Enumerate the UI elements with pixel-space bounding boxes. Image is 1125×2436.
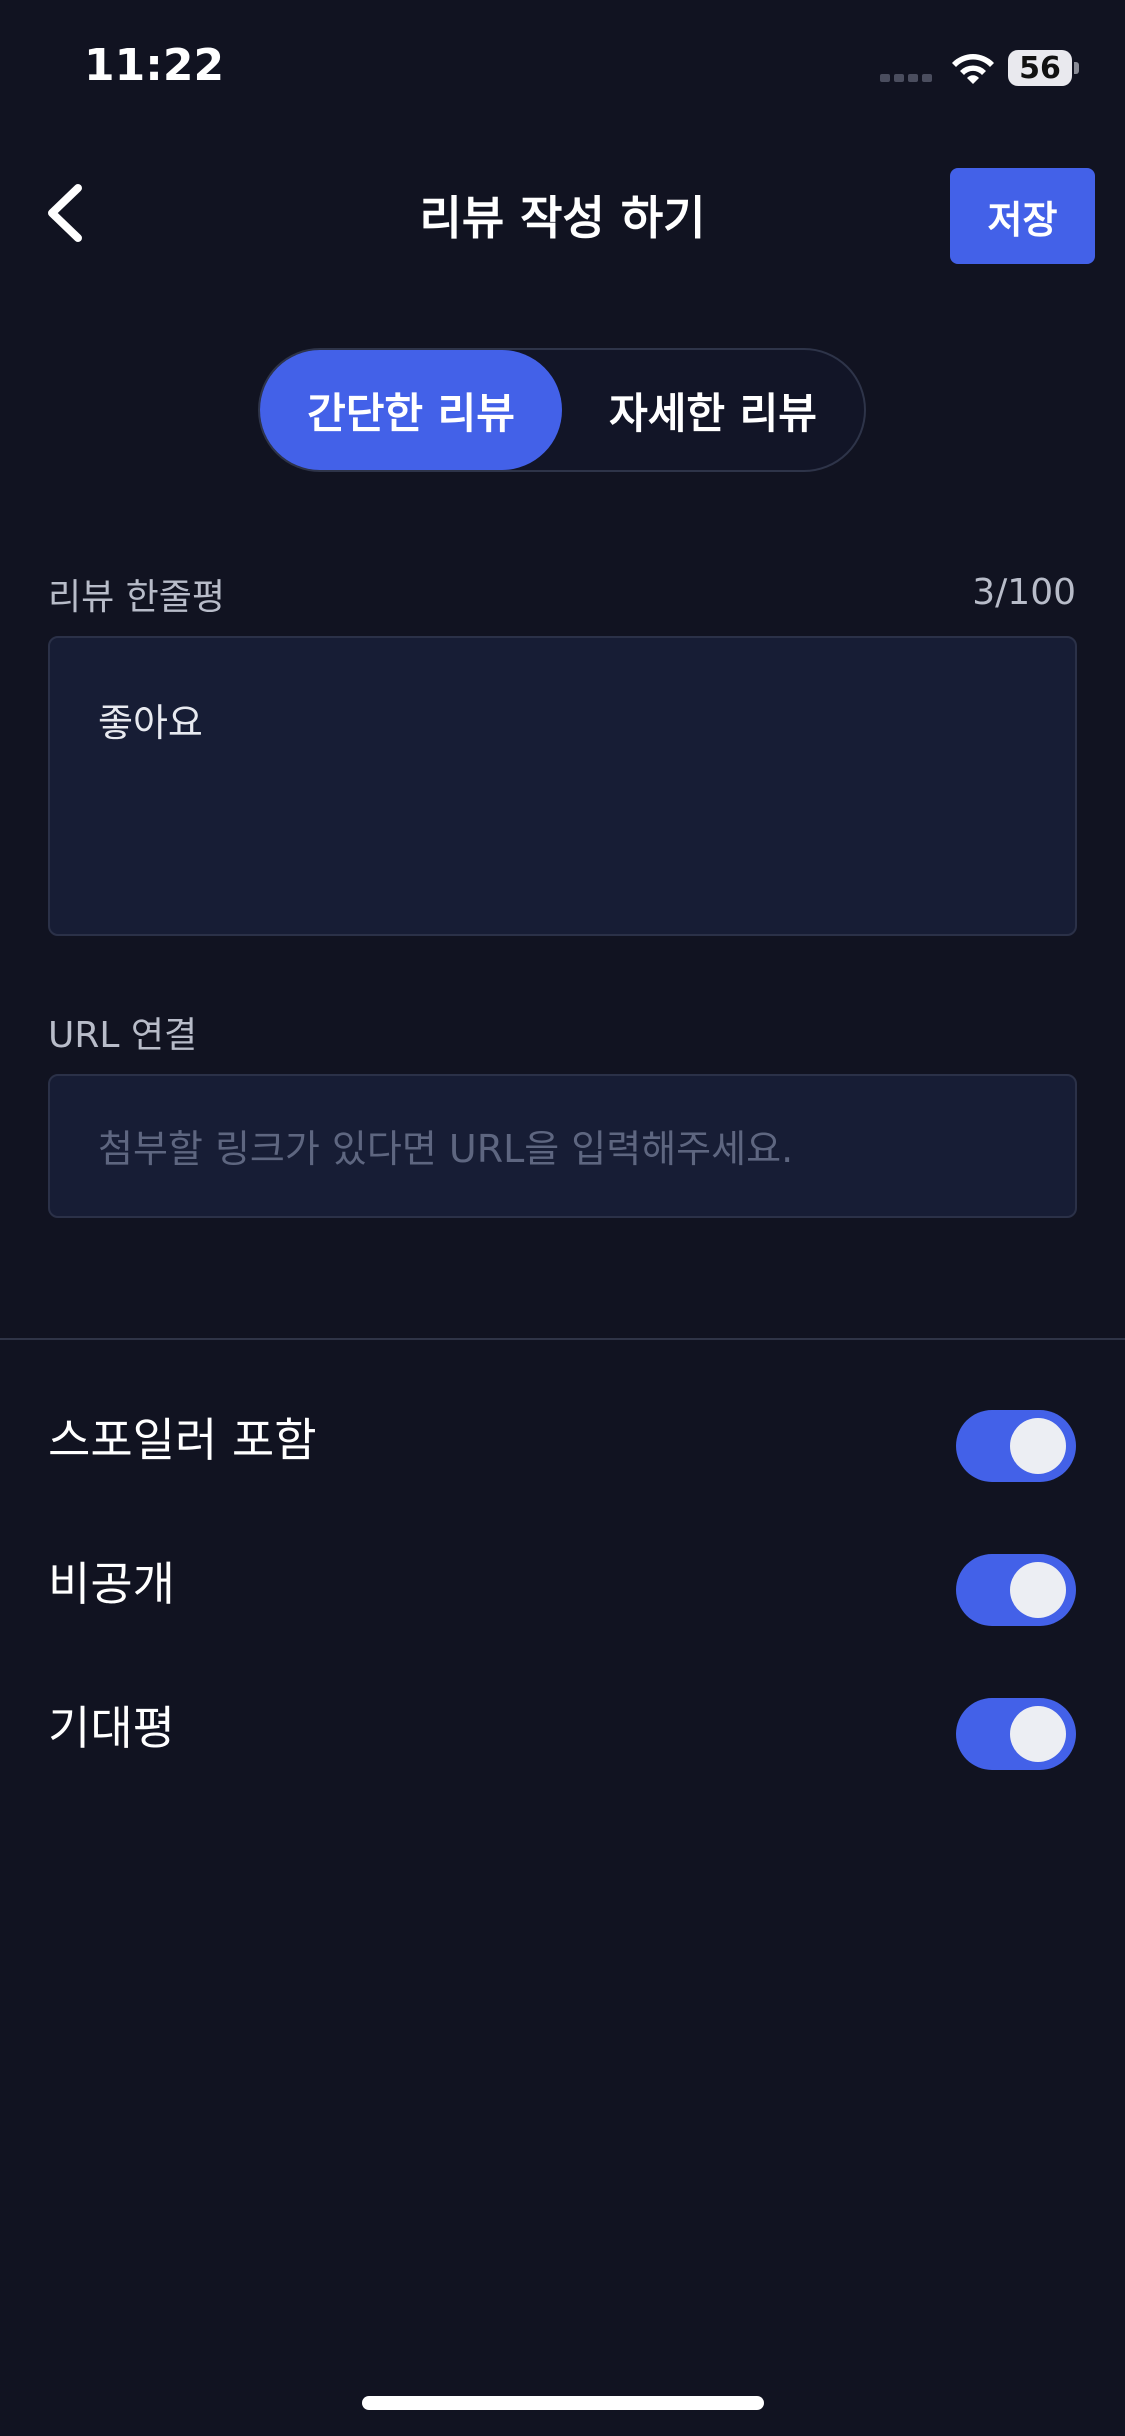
home-indicator xyxy=(362,2396,764,2410)
section-divider xyxy=(0,1338,1125,1340)
url-input-placeholder: 첨부할 링크가 있다면 URL을 입력해주세요. xyxy=(98,1127,794,1171)
review-type-segmented-control: 간단한 리뷰 자세한 리뷰 xyxy=(258,348,866,472)
toggle-label-spoiler: 스포일러 포함 xyxy=(48,1413,317,1467)
wifi-icon xyxy=(952,54,994,84)
toggle-knob xyxy=(1010,1418,1066,1474)
review-label: 리뷰 한줄평 xyxy=(48,577,226,618)
character-counter: 3/100 xyxy=(972,572,1076,613)
spoiler-toggle[interactable] xyxy=(956,1410,1076,1482)
review-text-value: 좋아요 xyxy=(98,701,203,745)
toggle-knob xyxy=(1010,1706,1066,1762)
toggle-label-private: 비공개 xyxy=(48,1557,175,1611)
battery-icon: 56 xyxy=(1008,50,1072,86)
status-time: 11:22 xyxy=(84,40,225,91)
private-toggle[interactable] xyxy=(956,1554,1076,1626)
save-button[interactable]: 저장 xyxy=(950,168,1095,264)
anticipation-review-toggle[interactable] xyxy=(956,1698,1076,1770)
tab-simple-review[interactable]: 간단한 리뷰 xyxy=(260,350,562,470)
toggle-knob xyxy=(1010,1562,1066,1618)
toggle-label-anticipation: 기대평 xyxy=(48,1701,175,1755)
tab-detailed-review[interactable]: 자세한 리뷰 xyxy=(562,350,864,470)
url-label: URL 연결 xyxy=(48,1015,198,1056)
battery-cap xyxy=(1074,62,1079,74)
review-textarea[interactable] xyxy=(48,636,1077,936)
cellular-signal-icon xyxy=(880,74,934,82)
